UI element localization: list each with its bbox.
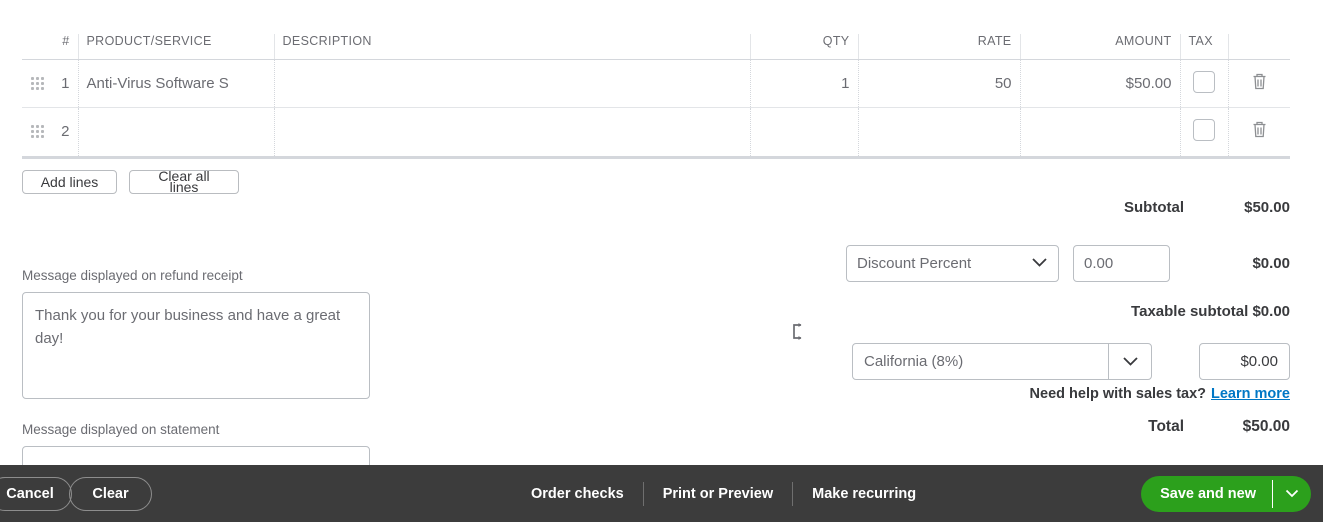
- discount-type-value: Discount Percent: [857, 255, 972, 272]
- table-row: 1 Anti-Virus Software S 1 50 $50.00: [22, 59, 1290, 108]
- description-cell[interactable]: [274, 107, 751, 156]
- column-header-number: #: [52, 34, 79, 60]
- table-header-row: # PRODUCT/SERVICE DESCRIPTION QTY RATE A…: [22, 34, 1290, 60]
- refund-message-label: Message displayed on refund receipt: [22, 268, 243, 283]
- amount-cell[interactable]: $50.00: [1020, 59, 1181, 108]
- column-header-product-service: PRODUCT/SERVICE: [78, 34, 275, 60]
- amount-cell[interactable]: [1020, 107, 1181, 156]
- column-header-qty: QTY: [750, 34, 859, 60]
- add-lines-button[interactable]: Add lines: [22, 170, 117, 194]
- total-row: Total $50.00: [984, 418, 1290, 436]
- order-checks-link[interactable]: Order checks: [512, 484, 643, 504]
- drag-handle[interactable]: [22, 108, 52, 156]
- discount-amount-input[interactable]: [1073, 245, 1170, 282]
- clear-all-lines-button[interactable]: Clear all lines: [129, 169, 239, 194]
- drag-handle[interactable]: [22, 59, 52, 108]
- chevron-down-icon: [1108, 344, 1151, 379]
- save-and-new-label: Save and new: [1160, 485, 1256, 502]
- sales-tax-help: Need help with sales tax? Learn more: [1030, 386, 1290, 402]
- product-service-cell[interactable]: [78, 107, 275, 156]
- delete-row-button[interactable]: [1228, 108, 1290, 156]
- tax-rate-value: California (8%): [864, 353, 964, 370]
- tax-amount-input[interactable]: [1199, 343, 1290, 380]
- tax-rate-select[interactable]: California (8%): [852, 343, 1152, 380]
- line-items-table: # PRODUCT/SERVICE DESCRIPTION QTY RATE A…: [22, 34, 1290, 159]
- taxable-subtotal-label: Taxable subtotal $0.00: [1131, 303, 1290, 320]
- print-or-preview-link[interactable]: Print or Preview: [644, 484, 792, 504]
- trash-icon: [1251, 120, 1268, 143]
- rate-cell[interactable]: 50: [858, 59, 1021, 108]
- column-header-rate: RATE: [858, 34, 1021, 60]
- column-header-amount: AMOUNT: [1020, 34, 1181, 60]
- make-recurring-link[interactable]: Make recurring: [793, 484, 935, 504]
- drag-handle-icon: [30, 125, 44, 139]
- save-options-dropdown[interactable]: [1273, 476, 1311, 512]
- discount-type-select[interactable]: Discount Percent: [846, 245, 1059, 282]
- bottom-bar-links: Order checks Print or Preview Make recur…: [512, 481, 935, 506]
- total-label: Total: [1148, 418, 1184, 435]
- discount-value: $0.00: [1252, 255, 1290, 272]
- table-row: 2: [22, 107, 1290, 156]
- sales-tax-help-text: Need help with sales tax?: [1029, 386, 1207, 402]
- row-number: 1: [52, 59, 79, 108]
- subtotal-label: Subtotal: [1124, 199, 1184, 216]
- bottom-action-bar: Cancel Clear Order checks Print or Previ…: [0, 465, 1323, 522]
- chevron-down-icon: [1031, 255, 1048, 272]
- sales-tax-row: California (8%): [852, 343, 1290, 380]
- refund-receipt-form: # PRODUCT/SERVICE DESCRIPTION QTY RATE A…: [0, 0, 1323, 522]
- row-number: 2: [52, 107, 79, 156]
- subtotal-value: $50.00: [1244, 199, 1290, 216]
- column-header-handle: [22, 34, 52, 60]
- total-value: $50.00: [1242, 418, 1290, 435]
- discount-row: Discount Percent $0.00: [846, 245, 1290, 282]
- delete-row-button[interactable]: [1228, 59, 1290, 108]
- clear-button[interactable]: Clear: [69, 476, 152, 511]
- refund-message-input[interactable]: [22, 292, 370, 399]
- learn-more-link[interactable]: Learn more: [1211, 386, 1290, 402]
- trash-icon: [1251, 72, 1268, 95]
- recalculate-icon[interactable]: [790, 322, 806, 347]
- taxable-subtotal-row: Taxable subtotal $0.00: [1131, 303, 1290, 320]
- qty-cell[interactable]: 1: [750, 59, 859, 108]
- cancel-button[interactable]: Cancel: [0, 476, 72, 511]
- tax-checkbox[interactable]: [1193, 70, 1215, 93]
- statement-message-label: Message displayed on statement: [22, 422, 220, 437]
- drag-handle-icon: [30, 77, 44, 90]
- description-cell[interactable]: [274, 59, 751, 108]
- table-bottom-border: [22, 155, 1290, 159]
- line-actions: Add lines Clear all lines: [22, 169, 239, 194]
- subtotal-row: Subtotal $50.00: [984, 199, 1290, 216]
- tax-checkbox-cell[interactable]: [1180, 59, 1229, 108]
- column-header-description: DESCRIPTION: [274, 34, 751, 60]
- column-header-delete: [1228, 34, 1290, 60]
- tax-checkbox[interactable]: [1193, 118, 1215, 141]
- product-service-cell[interactable]: Anti-Virus Software S: [78, 59, 275, 108]
- rate-cell[interactable]: [858, 107, 1021, 156]
- column-header-tax: TAX: [1180, 34, 1229, 60]
- tax-checkbox-cell[interactable]: [1180, 107, 1229, 156]
- save-and-new-split-button[interactable]: Save and new: [1141, 475, 1311, 512]
- qty-cell[interactable]: [750, 107, 859, 156]
